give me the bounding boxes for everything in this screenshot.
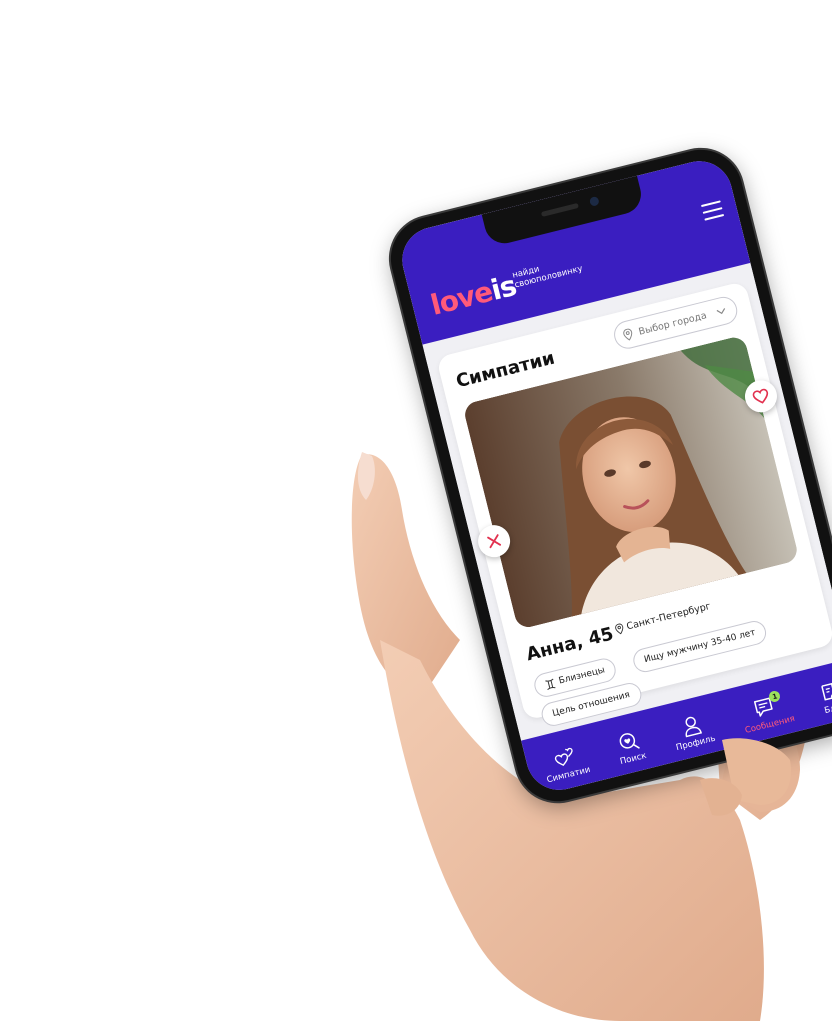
heart-icon <box>752 388 769 404</box>
looking-for-label: Ищу мужчину 35-40 лет <box>643 627 757 666</box>
nav-label: Сообщения <box>744 713 796 736</box>
chevron-down-icon <box>716 308 726 315</box>
nav-label: Поиск <box>619 750 648 768</box>
city-select-placeholder: Выбор города <box>637 309 708 338</box>
nav-item-search[interactable]: Поиск <box>613 727 648 767</box>
nav-item-profile[interactable]: Профиль <box>669 709 717 753</box>
looking-for-chip: Ищу мужчину 35-40 лет <box>630 618 769 675</box>
hearts-icon <box>554 747 573 767</box>
phone-mockup: loveis найди своюполовинку Симпатии Выбо… <box>382 140 832 811</box>
nav-item-blog[interactable]: Блог <box>817 677 832 716</box>
app-screen: loveis найди своюполовинку Симпатии Выбо… <box>395 154 832 797</box>
tagline: найди своюполовинку <box>511 263 584 291</box>
relationship-goal-label: Цель отношения <box>551 690 632 720</box>
front-camera <box>588 195 600 207</box>
close-icon <box>487 534 502 549</box>
nav-label: Профиль <box>675 733 717 754</box>
profile-city: Санкт-Петербург <box>625 600 712 633</box>
zodiac-label: Близнецы <box>557 665 607 687</box>
profile-photo[interactable] <box>462 334 800 630</box>
profile-photo-image <box>462 334 800 630</box>
user-icon <box>685 716 702 738</box>
loveis-logo[interactable]: loveis <box>427 269 519 322</box>
search-heart-icon <box>619 733 641 749</box>
nav-item-sympathies[interactable]: Симпатии <box>540 741 592 786</box>
location-pin-icon <box>623 328 633 341</box>
speaker <box>540 202 579 217</box>
nav-label: Симпатии <box>545 764 592 786</box>
nav-item-messages[interactable]: 1 Сообщения <box>738 689 796 736</box>
profile-location: Санкт-Петербург <box>614 601 712 635</box>
location-pin-icon <box>615 623 624 635</box>
nav-label: Блог <box>823 701 832 717</box>
edit-icon <box>821 682 832 701</box>
menu-icon[interactable] <box>700 200 725 221</box>
gemini-icon <box>545 678 556 690</box>
